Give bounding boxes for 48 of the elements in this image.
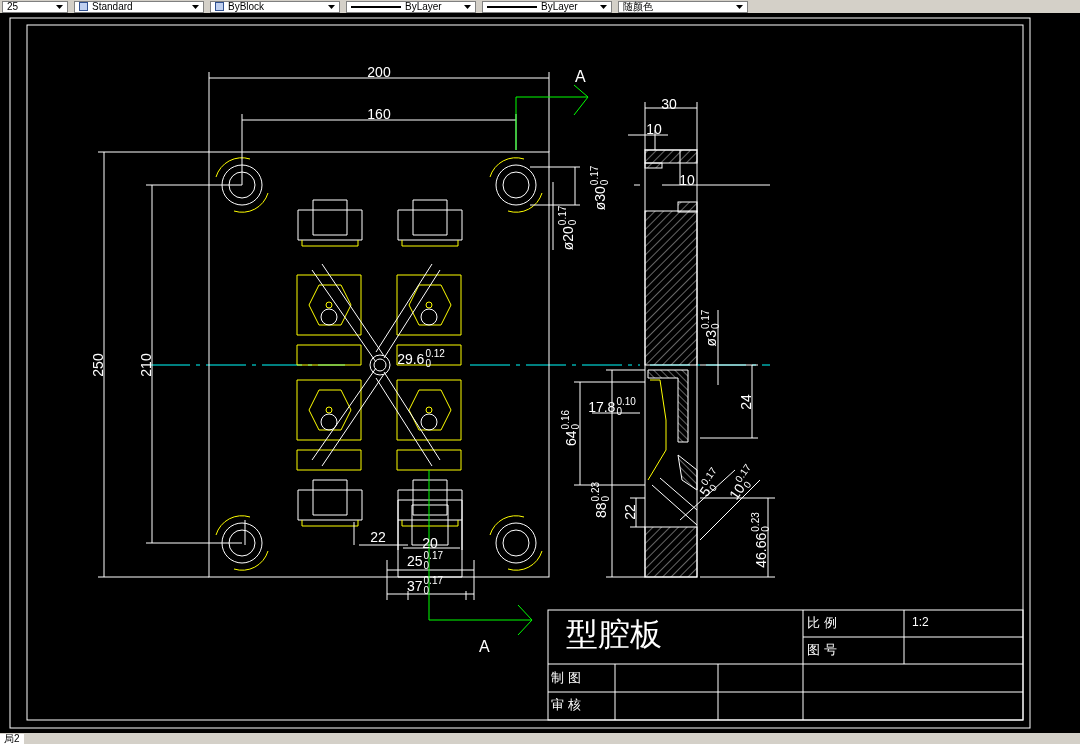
dimension-label: 880.23 0 (593, 482, 611, 518)
lineweight-sample-icon (487, 5, 537, 8)
dimension-label: ø200.17 0 (560, 205, 578, 251)
caret-icon (736, 4, 743, 9)
style-icon (79, 2, 88, 11)
dimension-label: 160 (367, 107, 391, 121)
property-dropdown[interactable]: ByLayer (346, 0, 476, 13)
property-dropdown[interactable]: Standard (74, 0, 204, 13)
dimension-label: 200 (367, 65, 391, 79)
section-label: A (575, 69, 586, 85)
drawing-number-label: 图 号 (807, 643, 837, 656)
caret-icon (56, 4, 63, 9)
dropdown-value: ByLayer (541, 1, 579, 12)
dimension-label: ø30.17 0 (703, 309, 721, 347)
property-dropdown[interactable]: ByBlock (210, 0, 340, 13)
dropdown-value: 随颜色 (623, 1, 654, 12)
property-dropdown[interactable]: ByLayer (482, 0, 612, 13)
caret-icon (328, 4, 335, 9)
drawing-title: 型腔板 (566, 618, 662, 650)
dimension-label: 10 (646, 122, 662, 136)
dimension-label: ø300.17 0 (592, 165, 610, 211)
caret-icon (600, 4, 607, 9)
dimension-label: 640.16 0 (563, 410, 581, 446)
dimension-label: 20 (422, 536, 438, 550)
layout-tab[interactable]: 局2 (0, 733, 24, 744)
dimension-label: 46.660.23 0 (753, 512, 771, 568)
dimension-label: 30 (661, 97, 677, 111)
property-dropdown[interactable]: 随颜色 (618, 0, 748, 13)
drawn-by-label: 制 图 (551, 671, 581, 684)
dropdown-value: 25 (7, 1, 20, 12)
property-dropdown[interactable]: 25 (2, 0, 68, 13)
scale-label: 比 例 (807, 616, 837, 629)
dropdown-value: Standard (92, 1, 134, 12)
dimension-label: 22 (370, 530, 386, 544)
dimension-label: 10 (679, 173, 695, 187)
dimension-label: 210 (139, 353, 153, 377)
section-label: A (479, 639, 490, 655)
dimension-label: 24 (739, 394, 753, 410)
style-icon (215, 2, 224, 11)
scale-value: 1:2 (912, 616, 929, 628)
dimension-label: 250 (91, 353, 105, 377)
checked-by-label: 审 核 (551, 698, 581, 711)
dropdown-value: ByLayer (405, 1, 443, 12)
lineweight-sample-icon (351, 5, 401, 8)
dimension-label: 22 (623, 504, 637, 520)
caret-icon (192, 4, 199, 9)
caret-icon (464, 4, 471, 9)
dropdown-value: ByBlock (228, 1, 266, 12)
